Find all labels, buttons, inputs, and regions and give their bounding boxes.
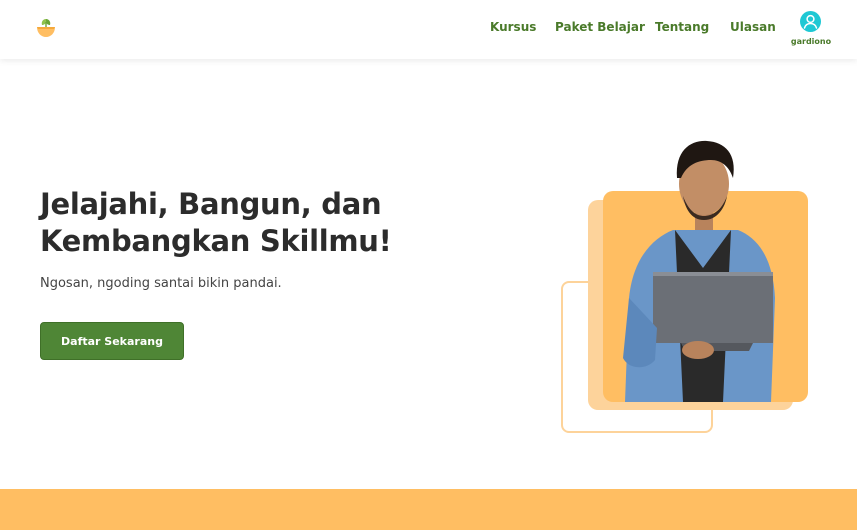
- hero-person-image: [623, 140, 775, 402]
- user-name: gardiono: [790, 37, 832, 46]
- nav-link-ulasan[interactable]: Ulasan: [730, 20, 776, 34]
- user-profile[interactable]: gardiono: [790, 11, 832, 49]
- footer-accent-band: [0, 489, 857, 530]
- sprout-bowl-icon[interactable]: [35, 16, 57, 40]
- hero-title: Jelajahi, Bangun, dan Kembangkan Skillmu…: [40, 186, 460, 260]
- register-button[interactable]: Daftar Sekarang: [40, 322, 184, 360]
- hero-title-line-1: Jelajahi, Bangun, dan: [40, 187, 382, 221]
- nav-link-tentang[interactable]: Tentang: [655, 20, 709, 34]
- navbar: Kursus Paket Belajar Tentang Ulasan gard…: [0, 0, 857, 59]
- hero-subtitle: Ngosan, ngoding santai bikin pandai.: [40, 276, 282, 291]
- user-avatar-icon: [800, 11, 821, 32]
- nav-link-kursus[interactable]: Kursus: [490, 20, 536, 34]
- nav-link-paket-belajar[interactable]: Paket Belajar: [555, 20, 645, 34]
- hero-title-line-2: Kembangkan Skillmu!: [40, 224, 392, 258]
